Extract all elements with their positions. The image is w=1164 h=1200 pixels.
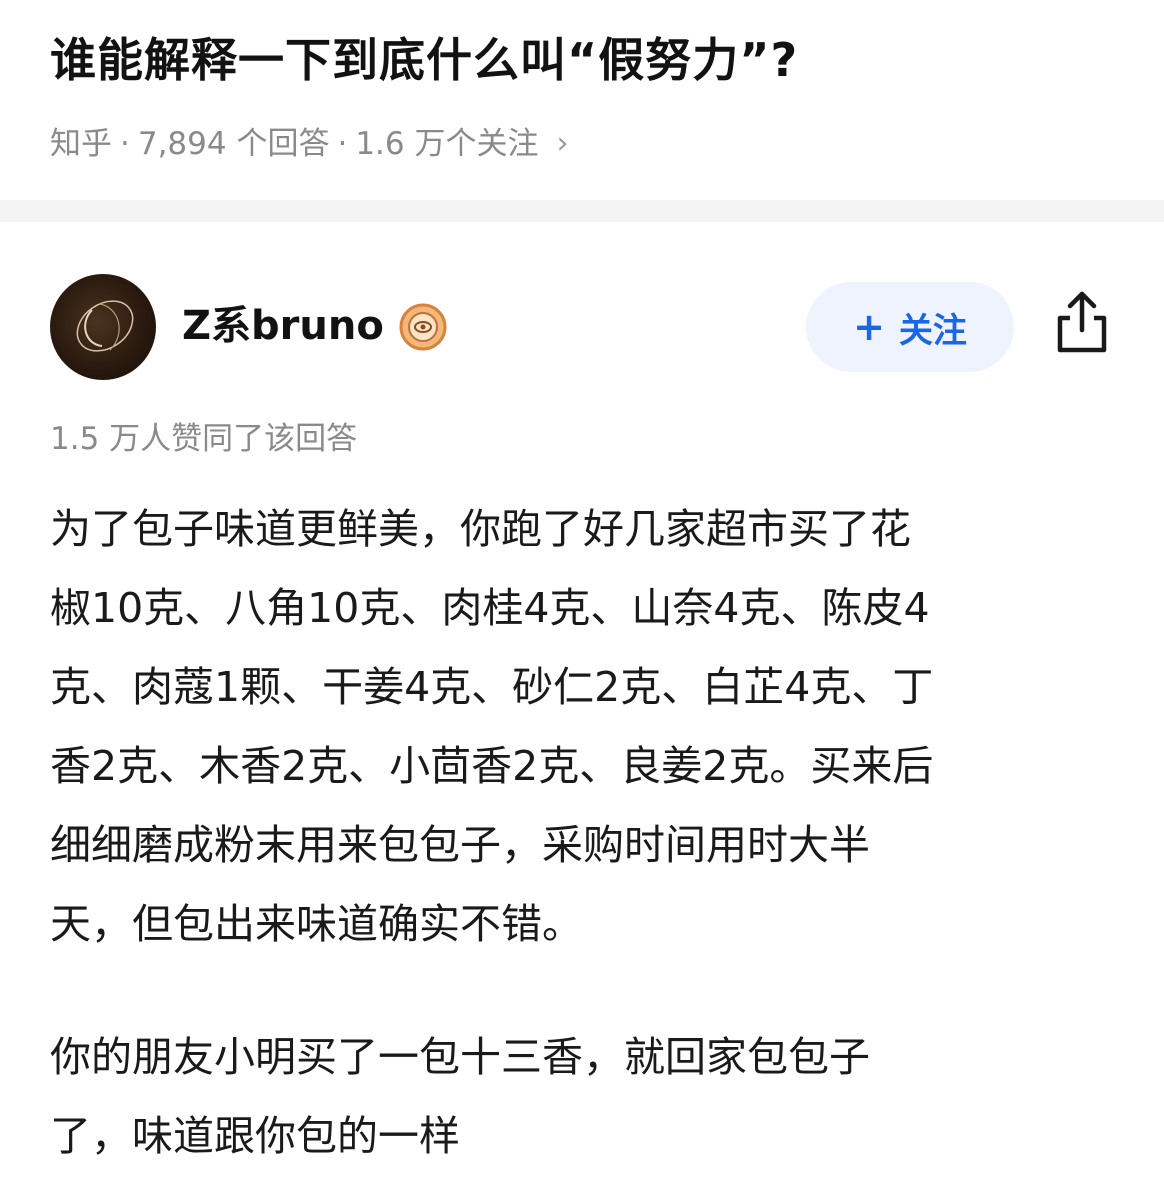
source-label: 知乎 bbox=[50, 126, 112, 162]
meta-separator: · bbox=[120, 126, 130, 162]
author-row: Z系bruno + 关注 bbox=[0, 262, 1164, 392]
answer-line: 你的朋友小明买了一包十三香，就回家包包子 bbox=[50, 1033, 870, 1081]
answer-line: 天，但包出来味道确实不错。 bbox=[50, 900, 583, 948]
plus-icon: + bbox=[853, 305, 885, 349]
avatar-image bbox=[76, 300, 134, 352]
upvote-info: 1.5 万人赞同了该回答 bbox=[50, 421, 358, 457]
answer-line: 香2克、木香2克、小茴香2克、良姜2克。买来后 bbox=[50, 742, 934, 790]
follow-button[interactable]: + 关注 bbox=[806, 282, 1014, 372]
answer-body: 为了包子味道更鲜美，你跑了好几家超市买了花 椒10克、八角10克、肉桂4克、山奈… bbox=[50, 490, 1114, 1176]
avatar[interactable] bbox=[50, 274, 156, 380]
answer-line: 细细磨成粉末用来包包子，采购时间用时大半 bbox=[50, 821, 870, 869]
follower-count: 1.6 万个关注 bbox=[355, 126, 539, 162]
answer-line: 了，味道跟你包的一样 bbox=[50, 1112, 460, 1160]
chevron-right-icon[interactable]: › bbox=[556, 122, 568, 166]
answer-line: 椒10克、八角10克、肉桂4克、山奈4克、陈皮4 bbox=[50, 584, 930, 632]
share-icon[interactable] bbox=[1052, 288, 1112, 358]
question-title[interactable]: 谁能解释一下到底什么叫“假努力”? bbox=[50, 28, 798, 92]
answer-line: 克、肉蔻1颗、干姜4克、砂仁2克、白芷4克、丁 bbox=[50, 663, 934, 711]
question-meta[interactable]: 知乎 · 7,894 个回答 · 1.6 万个关注 › bbox=[50, 122, 568, 166]
follow-label: 关注 bbox=[898, 310, 967, 351]
section-divider bbox=[0, 200, 1164, 222]
question-header: 谁能解释一下到底什么叫“假努力”? 知乎 · 7,894 个回答 · 1.6 万… bbox=[0, 0, 1164, 200]
author-name[interactable]: Z系bruno bbox=[182, 300, 384, 352]
certified-badge-icon bbox=[399, 303, 447, 351]
answer-count: 7,894 个回答 bbox=[137, 126, 330, 162]
meta-separator: · bbox=[337, 126, 348, 162]
answer-line: 为了包子味道更鲜美，你跑了好几家超市买了花 bbox=[50, 505, 911, 553]
